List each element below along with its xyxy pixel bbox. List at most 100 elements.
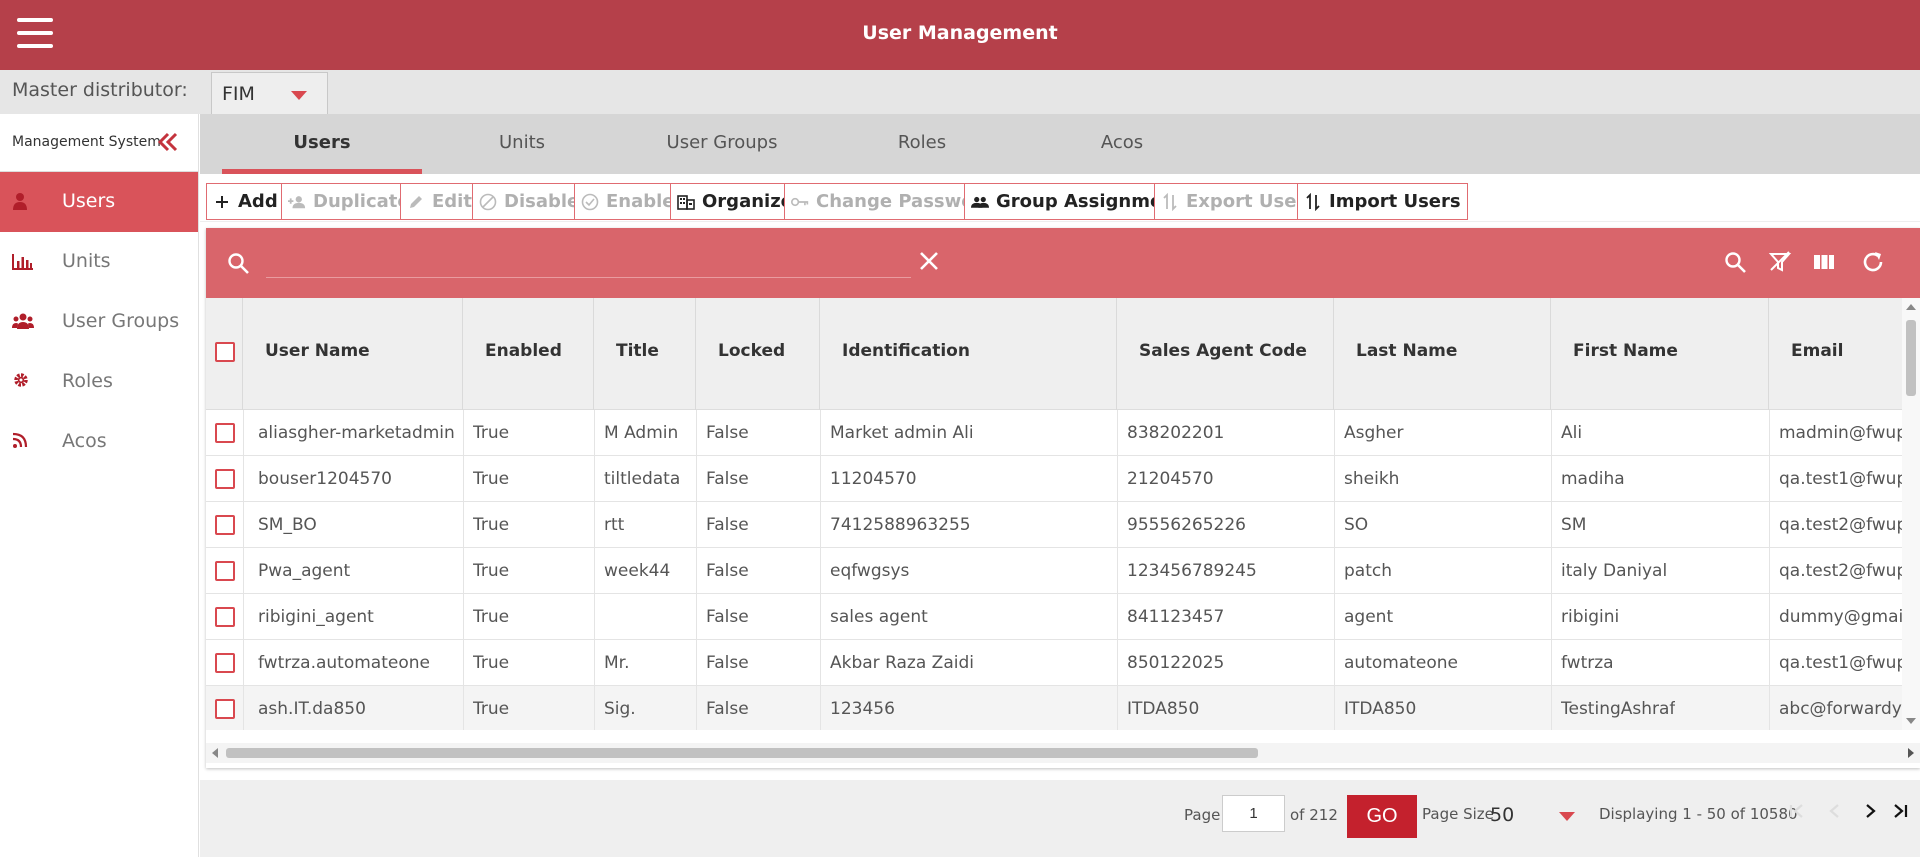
column-divider: [1769, 410, 1770, 730]
search-bar: [206, 228, 1920, 298]
cell-user-name: aliasgher-marketadmin: [258, 423, 455, 443]
cell-locked: False: [706, 653, 749, 673]
sidebar-item-user-groups[interactable]: User Groups: [0, 292, 198, 352]
cell-last-name: ITDA850: [1344, 699, 1417, 719]
add-button[interactable]: Add: [206, 183, 285, 220]
tab-acos[interactable]: Acos: [1022, 114, 1222, 174]
tab-label: Roles: [897, 132, 947, 153]
row-checkbox[interactable]: [215, 561, 235, 581]
cell-first-name: madiha: [1561, 469, 1625, 489]
horizontal-scroll-thumb[interactable]: [226, 748, 1258, 758]
columns-icon[interactable]: [1812, 250, 1836, 278]
cell-email: dummy@gmail.: [1779, 607, 1902, 627]
column-header-last-name[interactable]: Last Name: [1334, 298, 1551, 410]
disable-button[interactable]: Disable: [472, 183, 587, 220]
column-header-label: Last Name: [1356, 341, 1458, 361]
refresh-icon[interactable]: [1861, 250, 1885, 278]
sidebar-item-units[interactable]: Units: [0, 232, 198, 292]
rss-icon: [12, 431, 34, 453]
column-header-first-name[interactable]: First Name: [1551, 298, 1769, 410]
column-header-identification[interactable]: Identification: [820, 298, 1117, 410]
block-icon: [479, 193, 497, 211]
cell-title: rtt: [604, 515, 625, 535]
cell-identification: 7412588963255: [830, 515, 971, 535]
table-row[interactable]: fwtrza.automateone True Mr. False Akbar …: [206, 640, 1902, 686]
column-header-user-name[interactable]: User Name: [243, 298, 463, 410]
check-circle-icon: [581, 193, 599, 211]
page-count: of 212: [1290, 806, 1338, 824]
row-checkbox[interactable]: [215, 699, 235, 719]
go-button[interactable]: GO: [1347, 795, 1417, 838]
sidebar-item-acos[interactable]: Acos: [0, 412, 198, 472]
cell-enabled: True: [473, 469, 510, 489]
row-checkbox[interactable]: [215, 423, 235, 443]
vertical-scroll-thumb[interactable]: [1906, 320, 1916, 396]
table-row[interactable]: bouser1204570 True tiltledata False 1120…: [206, 456, 1902, 502]
sidebar-item-roles[interactable]: Roles: [0, 352, 198, 412]
edit-button[interactable]: Edit: [400, 183, 479, 220]
sidebar-item-users[interactable]: Users: [0, 172, 198, 232]
import-users-button[interactable]: Import Users: [1297, 183, 1468, 220]
cell-sales-agent-code: 123456789245: [1127, 561, 1257, 581]
users-group-icon: [12, 311, 34, 333]
table-row[interactable]: ash.IT.da850 True Sig. False 123456 ITDA…: [206, 686, 1902, 730]
table-row[interactable]: Pwa_agent True week44 False eqfwgsys 123…: [206, 548, 1902, 594]
scroll-down-icon[interactable]: [1906, 718, 1916, 724]
duplicate-button[interactable]: Duplicate: [281, 183, 417, 220]
import-users-button-label: Import Users: [1329, 191, 1461, 212]
search-icon[interactable]: [1723, 250, 1747, 278]
vertical-scrollbar[interactable]: [1902, 298, 1920, 730]
sidebar: Management System Users Units User Group…: [0, 114, 199, 857]
search-input[interactable]: [266, 246, 911, 278]
column-header-enabled[interactable]: Enabled: [463, 298, 594, 410]
tab-users[interactable]: Users: [222, 114, 422, 174]
column-header-title[interactable]: Title: [594, 298, 696, 410]
users-grid: User Name Enabled Title Locked Identific…: [206, 228, 1920, 768]
row-checkbox[interactable]: [215, 607, 235, 627]
column-header-sales-agent-code[interactable]: Sales Agent Code: [1117, 298, 1334, 410]
tab-roles[interactable]: Roles: [822, 114, 1022, 174]
cell-sales-agent-code: 95556265226: [1127, 515, 1246, 535]
table-row[interactable]: SM_BO True rtt False 7412588963255 95556…: [206, 502, 1902, 548]
row-checkbox[interactable]: [215, 469, 235, 489]
collapse-sidebar-icon[interactable]: [157, 131, 179, 156]
first-page-icon[interactable]: [1788, 802, 1806, 824]
organize-button[interactable]: Organize: [670, 183, 800, 220]
row-checkbox[interactable]: [215, 653, 235, 673]
tab-user-groups[interactable]: User Groups: [622, 114, 822, 174]
page-size-value[interactable]: 50: [1490, 804, 1514, 826]
building-icon: [677, 193, 695, 211]
tab-units[interactable]: Units: [422, 114, 622, 174]
cell-locked: False: [706, 423, 749, 443]
sidebar-title: Management System: [12, 134, 161, 150]
next-page-icon[interactable]: [1861, 802, 1879, 824]
previous-page-icon[interactable]: [1826, 802, 1844, 824]
close-icon[interactable]: [918, 250, 940, 276]
scroll-right-icon[interactable]: [1908, 748, 1914, 758]
cell-locked: False: [706, 515, 749, 535]
cell-title: week44: [604, 561, 671, 581]
cell-locked: False: [706, 469, 749, 489]
row-checkbox[interactable]: [215, 515, 235, 535]
column-header-locked[interactable]: Locked: [696, 298, 820, 410]
column-header-email[interactable]: Email: [1769, 298, 1902, 410]
table-row[interactable]: ribigini_agent True False sales agent 84…: [206, 594, 1902, 640]
enable-button[interactable]: Enable: [574, 183, 682, 220]
horizontal-scrollbar[interactable]: [206, 743, 1920, 763]
cell-user-name: ribigini_agent: [258, 607, 374, 627]
filter-icon[interactable]: [1768, 250, 1792, 278]
distributor-select[interactable]: FIM: [211, 72, 328, 114]
cell-user-name: bouser1204570: [258, 469, 392, 489]
page-number-input[interactable]: [1222, 795, 1285, 832]
scroll-up-icon[interactable]: [1906, 304, 1916, 310]
column-header-label: Locked: [718, 341, 786, 361]
cell-first-name: ribigini: [1561, 607, 1620, 627]
scroll-left-icon[interactable]: [212, 748, 218, 758]
cell-identification: sales agent: [830, 607, 928, 627]
table-row[interactable]: aliasgher-marketadmin True M Admin False…: [206, 410, 1902, 456]
cell-enabled: True: [473, 607, 510, 627]
cell-last-name: automateone: [1344, 653, 1458, 673]
chevron-down-icon[interactable]: [1559, 812, 1575, 821]
select-all-checkbox[interactable]: [215, 342, 235, 362]
last-page-icon[interactable]: [1891, 802, 1909, 824]
